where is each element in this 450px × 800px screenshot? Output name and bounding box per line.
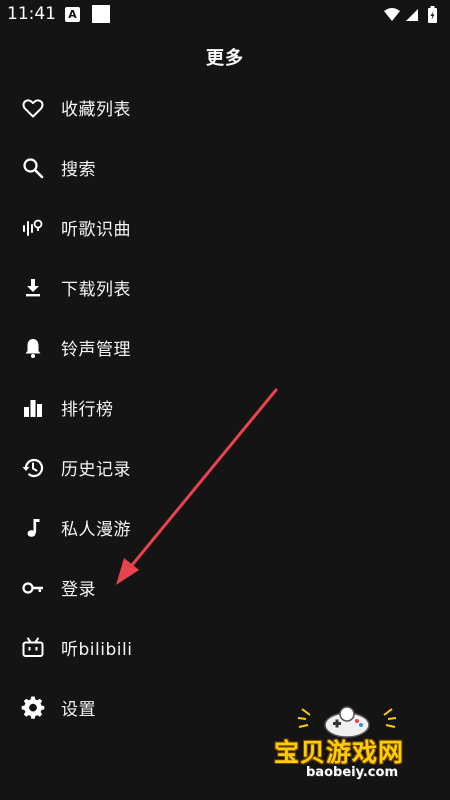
menu-item-label: 设置 xyxy=(61,700,96,720)
menu-item-label: 搜索 xyxy=(61,160,96,180)
status-bar: 11:41 A xyxy=(0,0,450,30)
menu-item-label: 听bilibili xyxy=(61,640,133,660)
menu-item-label: 下载列表 xyxy=(61,280,131,300)
menu-item-favorites[interactable]: 收藏列表 xyxy=(0,78,450,138)
menu-item-label: 收藏列表 xyxy=(61,100,131,120)
menu-item-label: 历史记录 xyxy=(61,460,131,480)
menu-item-label: 铃声管理 xyxy=(61,340,131,360)
download-icon xyxy=(26,279,40,297)
bar-chart-icon xyxy=(24,400,42,417)
notification-a-icon: A xyxy=(65,7,80,22)
music-note-icon xyxy=(27,519,40,537)
song-recognition-icon xyxy=(23,219,43,236)
menu-item-label: 听歌识曲 xyxy=(61,220,131,240)
watermark-url: baobeiy.com xyxy=(306,765,398,780)
menu-item-label: 登录 xyxy=(61,580,96,600)
history-icon xyxy=(22,458,44,478)
key-icon xyxy=(22,582,43,594)
menu-item-charts[interactable]: 排行榜 xyxy=(0,378,450,438)
menu-item-downloads[interactable]: 下载列表 xyxy=(0,258,450,318)
watermark-logo: 宝贝游戏网 baobeiy.com xyxy=(272,705,422,785)
bell-icon xyxy=(25,339,41,358)
signal-icon xyxy=(406,9,418,21)
search-icon xyxy=(23,158,44,179)
status-time: 11:41 xyxy=(7,4,56,24)
heart-icon xyxy=(22,99,44,118)
status-icons xyxy=(384,6,437,23)
menu-item-bilibili[interactable]: 听bilibili xyxy=(0,618,450,678)
menu-item-label: 排行榜 xyxy=(61,400,114,420)
page-title: 更多 xyxy=(206,48,244,69)
tv-icon xyxy=(22,637,44,657)
notification-square-icon xyxy=(92,5,110,23)
menu-item-private-roaming[interactable]: 私人漫游 xyxy=(0,498,450,558)
battery-icon xyxy=(428,6,437,23)
watermark-title: 宝贝游戏网 xyxy=(274,738,405,767)
gear-icon xyxy=(21,696,45,719)
wifi-icon xyxy=(384,8,400,21)
menu-item-login[interactable]: 登录 xyxy=(0,558,450,618)
menu-item-label: 私人漫游 xyxy=(61,520,131,540)
menu-item-ringtones[interactable]: 铃声管理 xyxy=(0,318,450,378)
menu-item-search[interactable]: 搜索 xyxy=(0,138,450,198)
menu-item-song-recognition[interactable]: 听歌识曲 xyxy=(0,198,450,258)
menu-item-history[interactable]: 历史记录 xyxy=(0,438,450,498)
